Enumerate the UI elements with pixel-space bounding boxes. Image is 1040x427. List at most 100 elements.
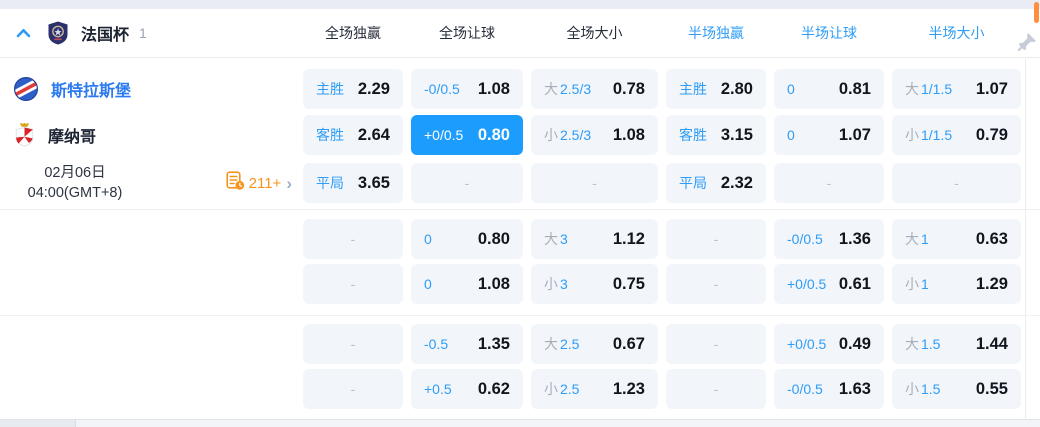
odds-cell-hthandicap[interactable]: +0/0.5 0.49 [774,324,884,364]
under-label: 小 [905,381,919,397]
odds-cell-ft1x2-draw[interactable]: 平局 3.65 [303,163,403,203]
odds-cell-htou-over[interactable]: 大 1/1.5 1.07 [892,69,1021,109]
odds-cell-fthandicap[interactable]: 0 0.80 [411,219,523,259]
odds-value: 1.12 [612,229,645,248]
column-header-ft-overunder: 全场大小 [566,25,623,41]
odds-cell-htou-over[interactable]: 大 1.5 1.44 [892,324,1021,364]
odds-cell-hthandicap-home[interactable]: 0 0.81 [774,69,884,109]
odds-cell-empty: - [303,264,403,304]
odds-value: 0.81 [838,79,871,98]
home-team-row: 斯特拉斯堡 主胜 2.29 -0/0.5 1.08 大 2.5/3 0.78 主胜 2.8… [0,69,1040,109]
dash: - [350,231,356,247]
odds-label: +0/0.5 [424,127,464,143]
odds-cell-ftou-over[interactable]: 大 2.5 0.67 [531,324,658,364]
pin-icon[interactable] [1016,31,1038,58]
dash: - [713,336,719,352]
odds-cell-htou-under[interactable]: 小 1/1.5 0.79 [892,115,1021,155]
odds-label: +0/0.5 [787,276,827,292]
odds-cell-htou-under[interactable]: 小 1.5 0.55 [892,369,1021,409]
odds-cell-hthandicap-away[interactable]: 0 1.07 [774,115,884,155]
over-label: 大 [905,231,919,247]
ou-line: 1/1.5 [921,81,953,97]
odds-cell-empty: - [666,219,766,259]
odds-cell-ftou-under[interactable]: 小 3 0.75 [531,264,658,304]
odds-cell-ft1x2-away[interactable]: 客胜 2.64 [303,115,403,155]
odds-cell-hthandicap[interactable]: -0/0.5 1.63 [774,369,884,409]
odds-value: 1.07 [838,125,871,144]
odds-cell-hthandicap[interactable]: -0/0.5 1.36 [774,219,884,259]
ou-line: 1 [921,231,929,247]
league-trophy-icon [47,21,69,45]
odds-label: 0 [787,127,795,143]
odds-cell-empty: - [303,369,403,409]
odds-value: 0.67 [612,334,645,353]
under-label: 小 [544,127,558,143]
odds-value: 1.08 [477,79,510,98]
ou-line: 1.5 [921,381,941,397]
odds-cell-hthandicap[interactable]: +0/0.5 0.61 [774,264,884,304]
match-date: 02月06日 [44,165,106,181]
odds-label: 主胜 [316,81,344,97]
match-info-cell: 02月06日 04:00(GMT+8) 211+ › [0,163,300,203]
odds-cell-ht1x2-away[interactable]: 客胜 3.15 [666,115,766,155]
alt-line-row: - 0 1.08 小 3 0.75 - +0/0.5 0.61 小 1 1.29 [0,264,1040,304]
ou-line: 2.5 [560,336,580,352]
odds-cell-fthandicap[interactable]: 0 1.08 [411,264,523,304]
odds-cell-empty: - [303,219,403,259]
home-team-name[interactable]: 斯特拉斯堡 [51,77,131,101]
top-scrollbar-track [0,0,1040,9]
home-team-logo-icon [14,77,38,101]
under-label: 小 [905,276,919,292]
odds-cell-fthandicap[interactable]: +0.5 0.62 [411,369,523,409]
odds-cell-ftou-over[interactable]: 大 3 1.12 [531,219,658,259]
odds-cell-ht1x2-draw[interactable]: 平局 2.32 [666,163,766,203]
odds-cell-empty: - [666,324,766,364]
collapse-chevron-up-icon[interactable] [16,28,31,38]
odds-cell-ftou-under[interactable]: 小 2.5 1.23 [531,369,658,409]
odds-cell-empty: - [411,163,523,203]
under-label: 小 [544,381,558,397]
odds-body: 斯特拉斯堡 主胜 2.29 -0/0.5 1.08 大 2.5/3 0.78 主胜 2.8… [0,59,1040,420]
odds-value: 0.55 [975,379,1008,398]
odds-value: 0.80 [477,125,510,144]
dash: - [713,231,719,247]
odds-cell-ftou-over[interactable]: 大 2.5/3 0.78 [531,69,658,109]
odds-cell-fthandicap-home[interactable]: -0/0.5 1.08 [411,69,523,109]
odds-cell-ht1x2-home[interactable]: 主胜 2.80 [666,69,766,109]
dash: - [464,175,470,191]
odds-cell-ft1x2-home[interactable]: 主胜 2.29 [303,69,403,109]
odds-label: 0 [424,276,432,292]
over-label: 大 [905,81,919,97]
away-team-name[interactable]: 摩纳哥 [48,123,96,147]
odds-cell-htou-over[interactable]: 大 1 0.63 [892,219,1021,259]
odds-cell-fthandicap[interactable]: -0.5 1.35 [411,324,523,364]
dash: - [350,336,356,352]
odds-value: 3.65 [357,173,390,192]
ou-line: 2.5/3 [560,81,592,97]
league-name[interactable]: 法国杯 [81,21,129,45]
odds-label: 平局 [316,175,344,191]
away-team-row: 摩纳哥 客胜 2.64 +0/0.5 0.80 小 2.5/3 1.08 客胜 3.15 … [0,115,1040,155]
odds-value: 0.75 [612,274,645,293]
odds-value: 1.63 [838,379,871,398]
odds-label: 平局 [679,175,707,191]
match-datetime: 02月06日 04:00(GMT+8) [0,163,150,203]
alt-line-row: - 0 0.80 大 3 1.12 - -0/0.5 1.36 大 1 0.63 [0,219,1040,259]
league-block: 法国杯 1 [0,21,300,45]
more-markets-link[interactable]: 211+ › [226,170,292,196]
odds-cell-ftou-under[interactable]: 小 2.5/3 1.08 [531,115,658,155]
match-time: 04:00(GMT+8) [27,185,123,201]
odds-cell-htou-under[interactable]: 小 1 1.29 [892,264,1021,304]
odds-label: 主胜 [679,81,707,97]
chevron-right-icon: › [286,173,292,193]
column-header-ht-1x2: 半场独赢 [688,25,744,41]
odds-label: -0.5 [424,336,449,352]
odds-cell-empty: - [666,369,766,409]
odds-value: 1.35 [477,334,510,353]
odds-cell-fthandicap-away-selected[interactable]: +0/0.5 0.80 [411,115,523,155]
odds-value: 1.36 [838,229,871,248]
scrollbar-thumb[interactable] [1034,2,1039,23]
away-team-logo-icon [14,123,35,147]
under-label: 小 [905,127,919,143]
draw-row: 02月06日 04:00(GMT+8) 211+ › 平局 3.65 - - 平… [0,163,1040,203]
